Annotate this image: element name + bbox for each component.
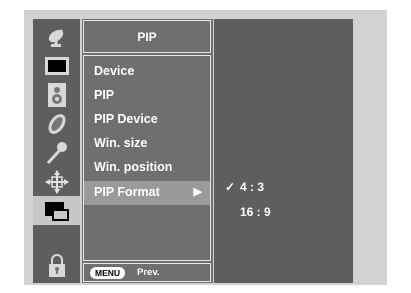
prev-label: Prev.: [137, 267, 160, 278]
screen-icon[interactable]: [33, 167, 80, 196]
menu-item-pip-format[interactable]: PIP Format ▶: [84, 181, 210, 205]
menu-title: PIP: [83, 20, 211, 53]
menu-item-pip[interactable]: PIP: [94, 88, 114, 102]
sound-icon[interactable]: [33, 80, 80, 109]
pip-icon[interactable]: [33, 196, 80, 225]
arrow-right-icon: ▶: [193, 186, 202, 198]
sidebar: [33, 19, 80, 283]
menu-list: Device PIP PIP Device Win. size Win. pos…: [83, 55, 211, 261]
check-icon: ✓: [225, 180, 236, 194]
menu-footer: MENU Prev.: [83, 263, 211, 282]
lock-icon[interactable]: [33, 251, 80, 280]
special-icon[interactable]: [33, 138, 80, 167]
menu-item-win-position[interactable]: Win. position: [94, 160, 172, 174]
satellite-dish-icon[interactable]: [33, 22, 80, 51]
picture-icon[interactable]: [33, 51, 80, 80]
menu-item-pip-device[interactable]: PIP Device: [94, 112, 158, 126]
menu-item-device[interactable]: Device: [94, 64, 134, 78]
menu-item-win-size[interactable]: Win. size: [94, 136, 147, 150]
submenu-panel: ✓ 4 : 3 16 : 9: [214, 19, 353, 283]
option-4-3[interactable]: 4 : 3: [240, 180, 264, 194]
time-icon[interactable]: [33, 109, 80, 138]
menu-panel: PIP Device PIP PIP Device Win. size Win.…: [82, 19, 213, 283]
menu-button[interactable]: MENU: [90, 267, 126, 279]
option-16-9[interactable]: 16 : 9: [240, 205, 271, 219]
menu-item-pip-format-label: PIP Format: [94, 185, 160, 199]
